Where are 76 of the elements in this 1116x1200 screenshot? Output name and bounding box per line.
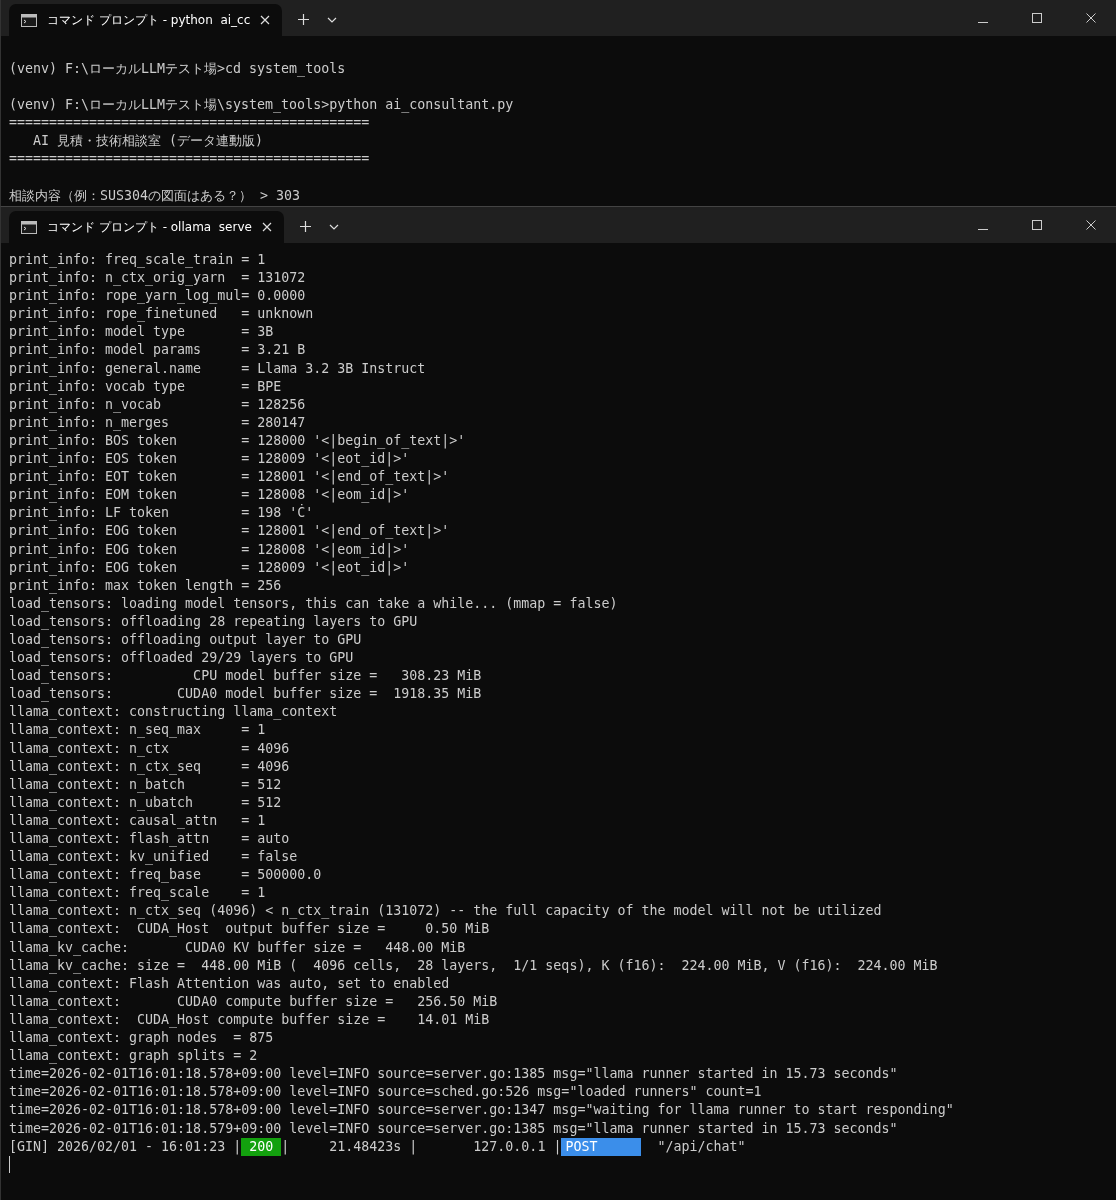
terminal-line: llama_context: flash_attn = auto bbox=[9, 830, 291, 849]
terminal-line: llama_context: graph splits = 2 bbox=[9, 1047, 259, 1066]
terminal-line: llama_context: constructing llama_context bbox=[9, 703, 339, 722]
chevron-down-icon[interactable] bbox=[328, 224, 339, 230]
tab-title: コマンド プロンプト - ollama serve bbox=[47, 218, 252, 236]
terminal-line: llama_context: CUDA_Host output buffer size = 0.50 MiB bbox=[9, 920, 491, 939]
terminal-line: llama_context: n_batch = 512 bbox=[9, 775, 283, 794]
plus-icon[interactable] bbox=[298, 14, 310, 25]
terminal-line: print_info: max token length = 256 bbox=[9, 576, 283, 595]
terminal-line: llama_context: n_ctx_seq (4096) < n_ctx_train (131072) -- the full capacity of the model will not be utilized bbox=[9, 902, 883, 921]
terminal-line: print_info: rope_finetuned = unknown bbox=[9, 305, 315, 324]
terminal-line: load_tensors: loading model tensors, this can take a while... (mmap = false) bbox=[9, 594, 619, 613]
chevron-down-icon[interactable] bbox=[327, 17, 338, 23]
terminal-line: llama_context: causal_attn = 1 bbox=[9, 811, 267, 830]
http-method-badge: POST bbox=[561, 1137, 642, 1156]
close-icon[interactable] bbox=[261, 222, 272, 232]
terminal-icon bbox=[21, 220, 37, 234]
terminal-line: print_info: LF token = 198 'Ċ' bbox=[9, 504, 315, 523]
terminal-line: ============================================= bbox=[9, 114, 371, 133]
terminal-line: llama_context: n_ctx = 4096 bbox=[9, 739, 291, 758]
terminal-line: print_info: n_merges = 280147 bbox=[9, 413, 307, 432]
terminal-line: llama_context: Flash Attention was auto, set to enabled bbox=[9, 974, 451, 993]
terminal-line: print_info: rope_yarn_log_mul= 0.0000 bbox=[9, 287, 307, 306]
terminal-line: time=2026-02-01T16:01:18.578+09:00 level=INFO source=server.go:1347 msg="waiting for llama runner to start responding" bbox=[9, 1101, 955, 1120]
terminal-line: print_info: freq_scale_train = 1 bbox=[9, 251, 267, 270]
terminal-line: print_info: BOS token = 128000 '<|begin_of_text|>' bbox=[9, 431, 467, 451]
terminal-line: llama_context: CUDA_Host compute buffer size = 14.01 MiB bbox=[9, 1010, 491, 1030]
maximize-icon[interactable] bbox=[1032, 220, 1042, 230]
tab-title: コマンド プロンプト - python ai_cc bbox=[47, 11, 251, 29]
status-code-badge: 200 bbox=[241, 1137, 282, 1156]
terminal-tab[interactable]: コマンド プロンプト - ollama serve bbox=[9, 211, 284, 243]
terminal-line: 相談内容（例：SUS304の図面はある？） > 303 bbox=[9, 186, 302, 205]
terminal-line: llama_context: freq_base = 500000.0 bbox=[9, 866, 323, 885]
terminal-line: print_info: n_vocab = 128256 bbox=[9, 395, 307, 414]
maximize-icon[interactable] bbox=[1032, 13, 1042, 23]
terminal-line: print_info: EOS token = 128009 '<|eot_id|>' bbox=[9, 450, 411, 469]
terminal-line: print_info: vocab type = BPE bbox=[9, 377, 283, 396]
terminal-line: print_info: model type = 3B bbox=[9, 323, 275, 342]
terminal-line: (venv) F:\ローカルLLMテスト場>cd system_tools bbox=[9, 60, 347, 79]
log-text: "/api/chat" bbox=[656, 1137, 746, 1156]
terminal-line: llama_context: freq_scale = 1 bbox=[9, 884, 267, 903]
terminal-line: print_info: EOG token = 128009 '<|eot_id|>' bbox=[9, 558, 411, 577]
terminal-line: print_info: EOT token = 128001 '<|end_of_text|>' bbox=[9, 468, 451, 487]
terminal-line: load_tensors: offloading 28 repeating layers to GPU bbox=[9, 612, 419, 631]
close-icon[interactable] bbox=[1086, 220, 1096, 230]
terminal-line: llama_kv_cache: size = 448.00 MiB ( 4096 cells, 28 layers, 1/1 seqs), K (f16): 224.00 MiB, V (f16): 224.00 MiB bbox=[9, 956, 939, 975]
terminal-line: print_info: EOM token = 128008 '<|eom_id|>' bbox=[9, 486, 411, 504]
close-icon[interactable] bbox=[260, 15, 271, 25]
terminal-line: load_tensors: offloaded 29/29 layers to GPU bbox=[9, 649, 355, 668]
terminal-line: ============================================= bbox=[9, 150, 371, 169]
close-icon[interactable] bbox=[1086, 13, 1096, 23]
terminal-line: llama_context: n_ubatch = 512 bbox=[9, 793, 283, 812]
terminal-line: llama_context: graph nodes = 875 bbox=[9, 1029, 275, 1048]
terminal-tab[interactable]: コマンド プロンプト - python ai_cc bbox=[9, 4, 283, 36]
terminal-icon bbox=[21, 13, 37, 27]
terminal-line: llama_context: n_ctx_seq = 4096 bbox=[9, 757, 291, 776]
terminal-line: print_info: EOG token = 128008 '<|eom_id|>' bbox=[9, 540, 411, 559]
terminal-line: print_info: model params = 3.21 B bbox=[9, 341, 307, 360]
terminal-line: llama_context: CUDA0 compute buffer size = 256.50 MiB bbox=[9, 992, 499, 1011]
plus-icon[interactable] bbox=[299, 221, 311, 232]
terminal-line: time=2026-02-01T16:01:18.578+09:00 level=INFO source=sched.go:526 msg="loaded runners" count=1 bbox=[9, 1083, 763, 1102]
terminal-line: llama_context: kv_unified = false bbox=[9, 848, 299, 867]
terminal-line: (venv) F:\ローカルLLMテスト場\system_tools>python ai_consultant.py bbox=[9, 96, 515, 115]
terminal-line: llama_context: n_seq_max = 1 bbox=[9, 721, 267, 740]
terminal-line: time=2026-02-01T16:01:18.579+09:00 level=INFO source=server.go:1385 msg="llama runner started in 15.73 seconds" bbox=[9, 1119, 899, 1138]
terminal-line: print_info: general.name = Llama 3.2 3B Instruct bbox=[9, 359, 427, 378]
log-text: [GIN] 2026/02/01 - 16:01:23 | bbox=[9, 1137, 242, 1156]
terminal-line: time=2026-02-01T16:01:18.578+09:00 level=INFO source=server.go:1385 msg="llama runner started in 15.73 seconds" bbox=[9, 1065, 899, 1084]
terminal-line: AI 見積・技術相談室 (データ連動版) bbox=[32, 132, 265, 151]
terminal-line: llama_kv_cache: CUDA0 KV buffer size = 448.00 MiB bbox=[9, 938, 467, 957]
log-text: | 21.48423s | 127.0.0.1 | bbox=[281, 1137, 562, 1156]
terminal-line: load_tensors: CUDA0 model buffer size = 1918.35 MiB bbox=[9, 685, 483, 704]
terminal-line: load_tensors: CPU model buffer size = 308.23 MiB bbox=[9, 667, 483, 686]
terminal-line: print_info: n_ctx_orig_yarn = 131072 bbox=[9, 269, 307, 288]
terminal-line: print_info: EOG token = 128001 '<|end_of_text|>' bbox=[9, 522, 451, 541]
terminal-line: load_tensors: offloading output layer to GPU bbox=[9, 630, 363, 650]
